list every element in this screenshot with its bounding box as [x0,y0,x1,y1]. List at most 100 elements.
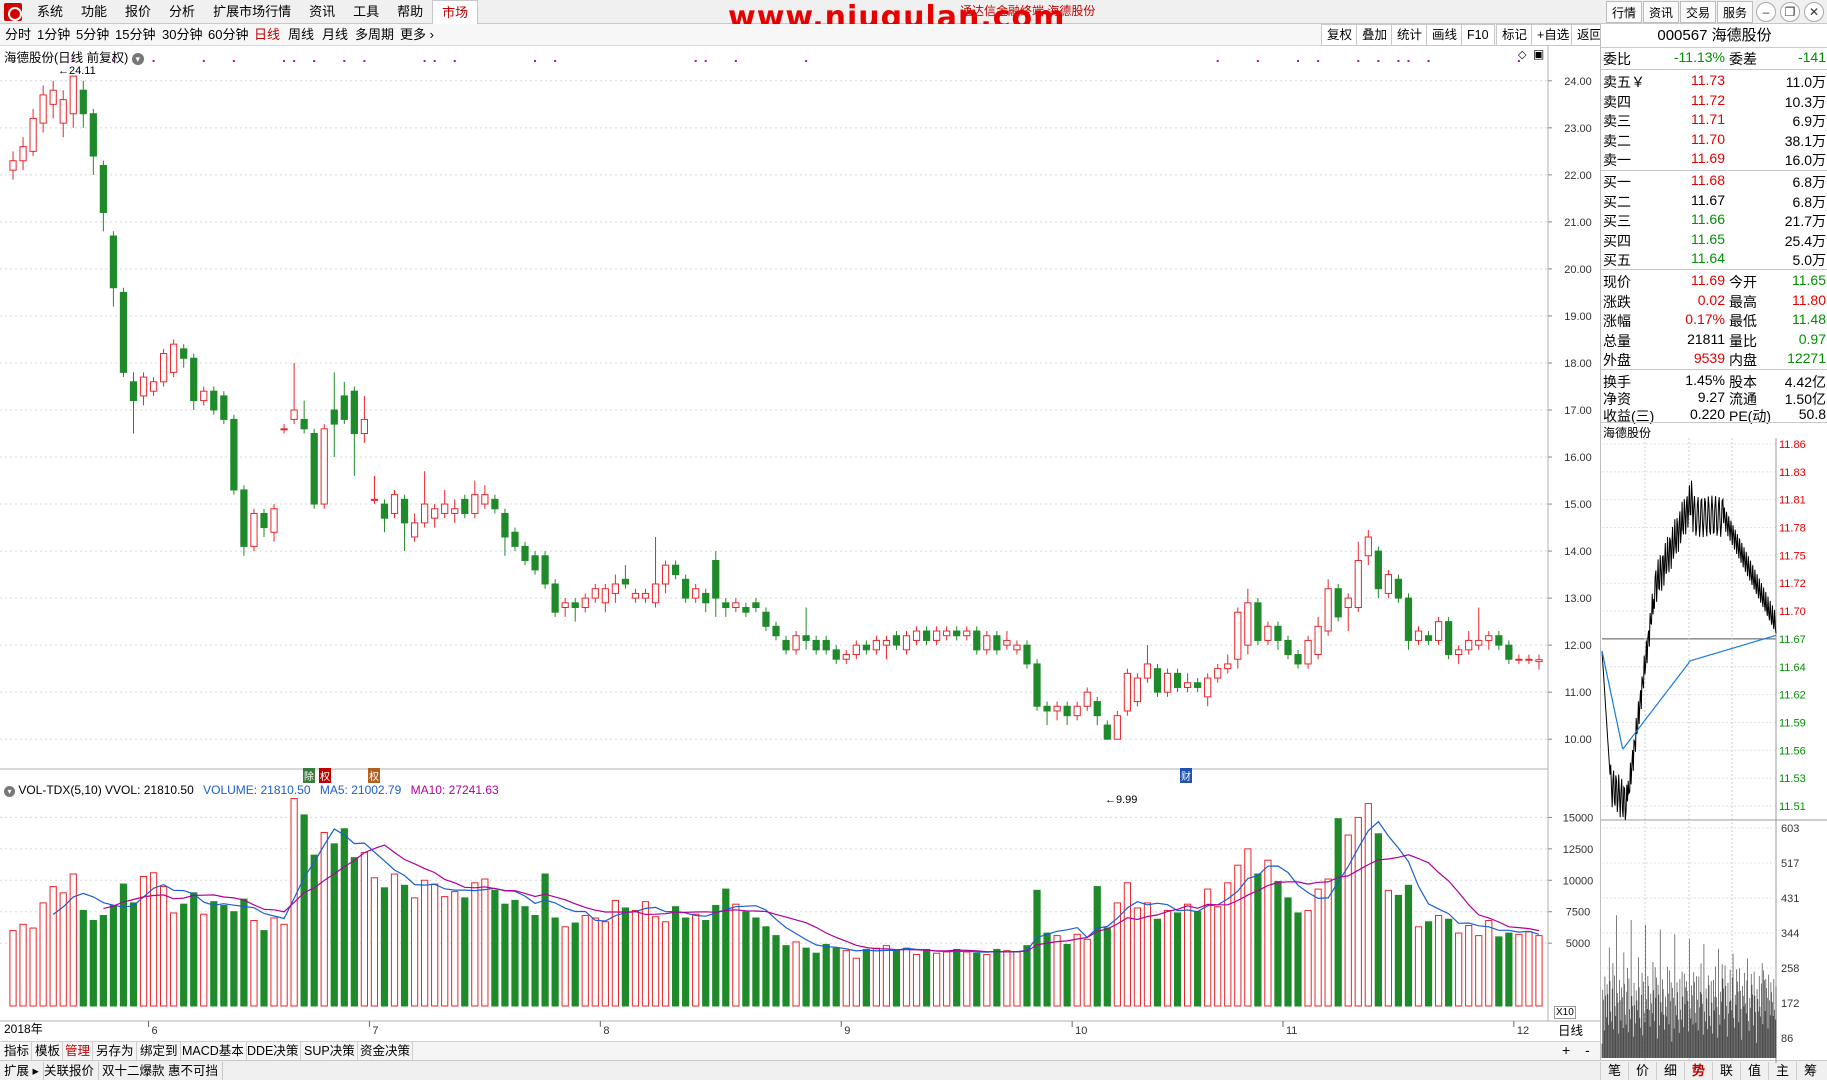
candle-body [1224,663,1232,670]
volume-bar [1384,889,1393,1007]
candle [702,588,710,613]
volume-tick-label: 12500 [1563,844,1594,856]
status-extend[interactable]: 扩展 ▸ [0,1062,44,1080]
tab-template[interactable]: 模板 [33,1042,64,1060]
candle-body [862,644,870,651]
tab-fund[interactable]: 资金决策 [358,1042,414,1060]
candle [983,631,991,655]
event-marker-rights[interactable]: 权 [319,768,331,783]
status-promo[interactable]: 双十二爆款 惠不可挡 [98,1062,223,1080]
ask-label: 卖五￥ [1603,74,1645,90]
mini-tab-detail[interactable]: 细 [1656,1062,1684,1080]
mini-tab-price[interactable]: 价 [1628,1062,1656,1080]
mini-tab-main[interactable]: 主 [1768,1062,1796,1080]
menu-item-analysis[interactable]: 分析 [160,0,204,24]
candle [812,635,820,655]
candle-body [1013,644,1021,651]
mini-tab-chips[interactable]: 筹 [1796,1062,1824,1080]
period-1min[interactable]: 1分钟 [37,24,70,46]
tool-f10[interactable]: F10 [1461,24,1495,46]
period-15min[interactable]: 15分钟 [115,24,155,46]
period-monthly[interactable]: 月线 [322,24,348,46]
tab-macd[interactable]: MACD基本 [180,1042,247,1060]
tool-adjust[interactable]: 复权 [1321,24,1359,46]
zoom-x10-badge[interactable]: X10 [1554,1006,1576,1019]
menu-item-help[interactable]: 帮助 [388,0,432,24]
tool-overlay[interactable]: 叠加 [1356,24,1394,46]
status-related-quote[interactable]: 关联报价 [40,1062,100,1080]
top-button-service[interactable]: 服务 [1717,1,1754,23]
menu-item-ext-market[interactable]: 扩展市场行情 [204,0,300,24]
candle-body [692,588,700,599]
x-period-label: 日线 [1558,1024,1584,1038]
top-button-news[interactable]: 资讯 [1643,1,1680,23]
weicha-value: -141 [1797,49,1826,65]
stock-header[interactable]: 000567 海德股份 [1601,24,1827,48]
menu-item-market[interactable]: 市场 [432,0,479,24]
tab-save-as[interactable]: 另存为 [94,1042,137,1060]
tab-bind-to[interactable]: 绑定到 [138,1042,181,1060]
event-dot [423,60,426,62]
event-marker-dividend[interactable]: 权 [368,768,380,783]
mini-tab-link[interactable]: 联 [1712,1062,1740,1080]
chevron-down-icon[interactable]: ▾ [4,786,15,797]
menu-item-news[interactable]: 资讯 [300,0,344,24]
mini-tab-value[interactable]: 值 [1740,1062,1768,1080]
period-30min[interactable]: 30分钟 [162,24,202,46]
menu-item-function[interactable]: 功能 [72,0,116,24]
volume-bar [49,886,57,1007]
close-icon[interactable]: ✕ [1804,2,1824,22]
diamond-icon[interactable]: ◇ [1518,48,1526,61]
event-dot [534,60,537,62]
candle [571,598,579,622]
panel-toggle-icon[interactable]: ▣ [1533,47,1544,61]
event-dot [704,60,707,62]
menu-item-quote[interactable]: 报价 [116,0,160,24]
volume-bar [571,922,579,1007]
kline-chart-area[interactable]: 24.00 23.00 22.00 21.00 20.00 19.00 18.00 17.00… [0,46,1600,1046]
tab-dde[interactable]: DDE决策 [245,1042,302,1060]
top-button-market[interactable]: 行情 [1606,1,1643,23]
period-60min[interactable]: 60分钟 [208,24,248,46]
tab-manage[interactable]: 管理 [63,1042,94,1060]
menu-item-tools[interactable]: 工具 [344,0,388,24]
period-5min[interactable]: 5分钟 [76,24,109,46]
mini-tab-pen[interactable]: 笔 [1600,1062,1628,1080]
tab-sup[interactable]: SUP决策 [302,1042,358,1060]
period-more[interactable]: 更多 › [400,24,434,46]
candle [772,621,780,641]
chevron-down-icon[interactable]: ▾ [131,53,144,65]
restore-icon[interactable]: ❐ [1780,2,1800,22]
candle-body [240,489,248,547]
event-marker-ex-rights[interactable]: 除 [303,768,315,783]
tab-indicator[interactable]: 指标 [2,1042,33,1060]
period-daily[interactable]: 日线 [254,24,280,46]
candle-body [270,508,278,533]
tool-add-favorite[interactable]: +自选 [1531,24,1576,46]
tool-stats[interactable]: 统计 [1391,24,1429,46]
top-button-trade[interactable]: 交易 [1680,1,1717,23]
candle-body [1445,621,1453,656]
intraday-mini-chart[interactable]: 11.86 11.83 11.81 11.78 11.75 11.72 11.70 11.67… [1601,438,1827,1068]
stat-value: 0.02 [1697,291,1725,308]
volume-bar [1294,912,1302,1007]
candle [872,635,881,655]
volume-bar [1455,932,1463,1007]
mini-price-label: 11.75 [1779,550,1806,562]
event-marker-finance[interactable]: 财 [1180,768,1192,783]
period-multi[interactable]: 多周期 [355,24,394,46]
period-timeshare[interactable]: 分时 [5,24,31,46]
tool-draw[interactable]: 画线 [1426,24,1464,46]
volume-bar [772,935,780,1007]
mini-tab-trend[interactable]: 势 [1684,1062,1712,1080]
chart-title[interactable]: 海德股份(日线 前复权) ▾ [4,47,144,66]
zoom-in-icon[interactable]: + [1562,1042,1570,1058]
period-weekly[interactable]: 周线 [288,24,314,46]
minimize-icon[interactable]: – [1756,2,1776,22]
menu-item-system[interactable]: 系统 [28,0,72,24]
candle [993,631,1001,655]
kline-chart-svg[interactable]: 24.00 23.00 22.00 21.00 20.00 19.00 18.00 17.00… [0,46,1600,1041]
stat-label-2: 最低 [1729,313,1757,329]
zoom-out-icon[interactable]: - [1585,1042,1590,1058]
tool-mark[interactable]: 标记 [1496,24,1534,46]
